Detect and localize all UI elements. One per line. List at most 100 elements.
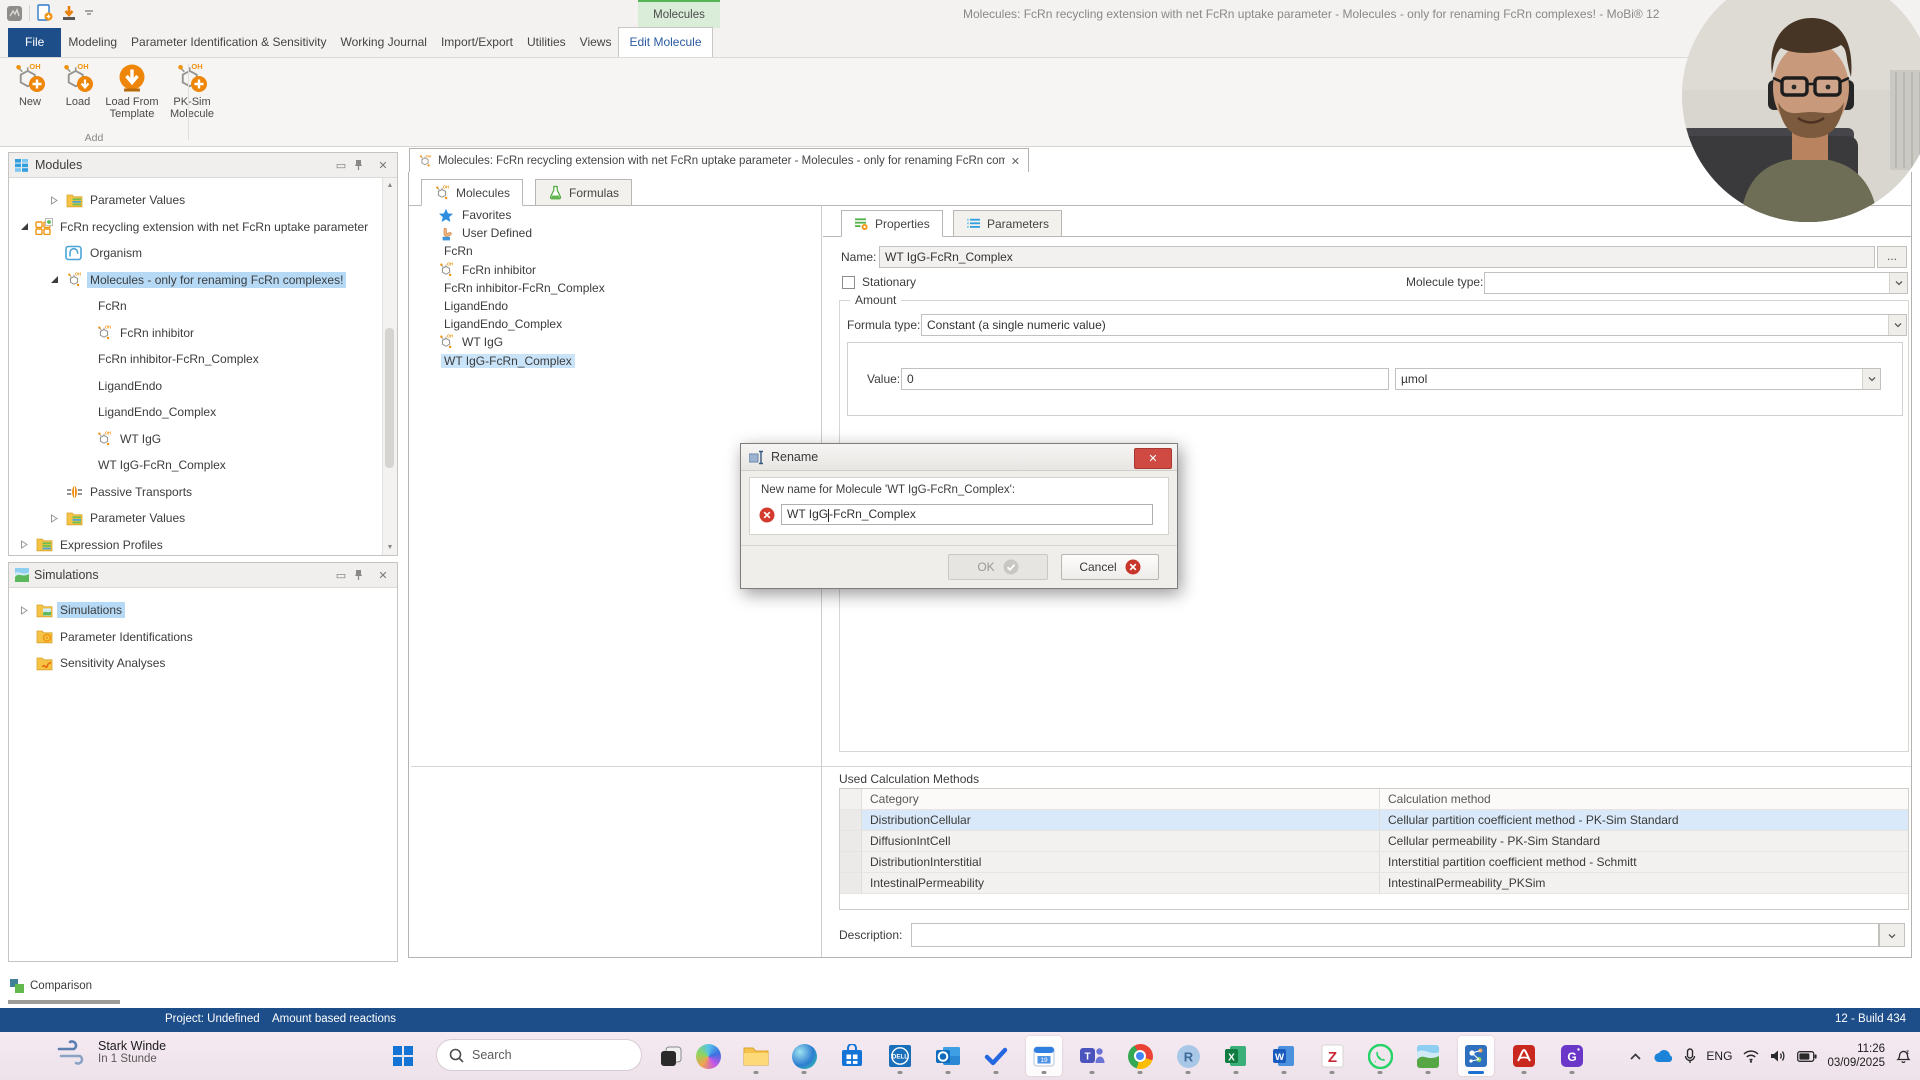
pksim-icon[interactable]	[1410, 1036, 1446, 1076]
todo-icon[interactable]	[978, 1036, 1014, 1076]
wifi-icon[interactable]	[1742, 1049, 1760, 1063]
ribbon-tab-utilities[interactable]: Utilities	[520, 28, 573, 57]
edge-icon[interactable]	[786, 1036, 822, 1076]
mobi-icon[interactable]	[1458, 1036, 1494, 1076]
ok-button[interactable]: OK	[948, 554, 1048, 580]
row-selector[interactable]	[840, 831, 862, 851]
cell-category[interactable]: DistributionCellular	[862, 810, 1380, 830]
molecule-type-combo[interactable]	[1484, 272, 1908, 294]
list-item[interactable]: LigandEndo	[411, 297, 819, 315]
table-row[interactable]: DistributionCellular Cellular partition …	[840, 810, 1908, 831]
table-row[interactable]: DiffusionIntCell Cellular permeability -…	[840, 831, 1908, 852]
language-indicator[interactable]: ENG	[1706, 1049, 1732, 1063]
tab-properties[interactable]: Properties	[841, 210, 943, 237]
formula-type-combo[interactable]: Constant (a single numeric value)	[921, 314, 1907, 336]
zotero-icon[interactable]: Z	[1314, 1036, 1350, 1076]
ribbon-tab-file[interactable]: File	[8, 28, 62, 57]
battery-icon[interactable]	[1797, 1050, 1818, 1062]
excel-icon[interactable]: X	[1218, 1036, 1254, 1076]
expander-closed-icon[interactable]	[47, 195, 61, 205]
file-explorer-icon[interactable]	[738, 1036, 774, 1076]
cell-method[interactable]: Interstitial partition coefficient metho…	[1380, 852, 1908, 872]
table-row[interactable]: IntestinalPermeability IntestinalPermeab…	[840, 873, 1908, 894]
tree-item[interactable]: Sensitivity Analyses	[9, 650, 397, 677]
copilot-icon[interactable]	[690, 1036, 726, 1076]
list-item[interactable]: Favorites	[411, 206, 819, 224]
row-selector[interactable]	[840, 873, 862, 893]
chevron-down-icon[interactable]	[1889, 273, 1907, 293]
list-item[interactable]: FcRn inhibitor-FcRn_Complex	[411, 279, 819, 297]
description-field[interactable]	[911, 923, 1879, 947]
tree-item[interactable]: FcRn recycling extension with net FcRn u…	[9, 214, 397, 241]
expander-closed-icon[interactable]	[17, 605, 31, 615]
scroll-up-icon[interactable]: ▲	[383, 178, 397, 193]
tab-molecules[interactable]: OH Molecules	[421, 179, 524, 206]
tree-item[interactable]: Simulations	[9, 597, 397, 624]
ribbon-button-load[interactable]: OH Load	[54, 60, 102, 110]
tree-item[interactable]: LigandEndo_Complex	[9, 399, 397, 426]
row-selector[interactable]	[840, 810, 862, 830]
task-view-icon[interactable]	[660, 1045, 683, 1067]
ribbon-tab-working-journal[interactable]: Working Journal	[333, 28, 433, 57]
dell-icon[interactable]: DELL	[882, 1036, 918, 1076]
tree-item[interactable]: Passive Transports	[9, 479, 397, 506]
tab-parameters[interactable]: Parameters	[953, 210, 1063, 237]
volume-icon[interactable]	[1770, 1049, 1787, 1063]
column-header-method[interactable]: Calculation method	[1380, 789, 1908, 809]
list-item[interactable]: LigandEndo_Complex	[411, 315, 819, 333]
ribbon-tab-import-export[interactable]: Import/Export	[434, 28, 520, 57]
description-dropdown-button[interactable]	[1879, 923, 1905, 947]
whatsapp-icon[interactable]	[1362, 1036, 1398, 1076]
unit-combo[interactable]: µmol	[1395, 368, 1881, 390]
comparison-tab[interactable]: Comparison	[10, 979, 92, 993]
simulations-pin-button[interactable]	[354, 569, 370, 581]
word-icon[interactable]: W	[1266, 1036, 1302, 1076]
rename-dialog-titlebar[interactable]: Rename ✕	[741, 444, 1177, 471]
quick-new-icon[interactable]	[36, 4, 54, 22]
cell-category[interactable]: DistributionInterstitial	[862, 852, 1380, 872]
start-button[interactable]	[392, 1045, 414, 1067]
search-box[interactable]: Search	[436, 1039, 642, 1071]
microphone-icon[interactable]	[1684, 1048, 1696, 1064]
tree-item[interactable]: FcRn inhibitor-FcRn_Complex	[9, 346, 397, 373]
tree-item[interactable]: FcRn	[9, 293, 397, 320]
store-icon[interactable]	[834, 1036, 870, 1076]
tree-item[interactable]: LigandEndo	[9, 373, 397, 400]
ribbon-button-pk-sim-molecule[interactable]: OH PK-Sim Molecule	[162, 60, 222, 122]
chevron-down-icon[interactable]	[1862, 369, 1880, 389]
list-item[interactable]: WT IgG-FcRn_Complex	[411, 352, 819, 370]
column-header-category[interactable]: Category	[862, 789, 1380, 809]
cell-method[interactable]: IntestinalPermeability_PKSim	[1380, 873, 1908, 893]
tray-expand-icon[interactable]	[1629, 1052, 1642, 1061]
chrome-icon[interactable]	[1122, 1036, 1158, 1076]
stationary-checkbox[interactable]	[842, 276, 855, 289]
onedrive-icon[interactable]	[1652, 1049, 1674, 1064]
ribbon-tab-edit-molecule[interactable]: Edit Molecule	[618, 27, 713, 57]
rename-input[interactable]: WT IgG-FcRn_Complex	[781, 504, 1153, 525]
tree-item[interactable]: OH Molecules - only for renaming FcRn com…	[9, 267, 397, 294]
list-item[interactable]: FcRn	[411, 242, 819, 260]
simulations-close-button[interactable]: ✕	[375, 569, 391, 582]
table-row[interactable]: DistributionInterstitial Interstitial pa…	[840, 852, 1908, 873]
purple-g-icon[interactable]: G	[1554, 1036, 1590, 1076]
tree-item[interactable]: Parameter Identifications	[9, 624, 397, 651]
rename-close-button[interactable]: ✕	[1134, 448, 1172, 469]
ribbon-button-load-from-template[interactable]: Load From Template	[102, 60, 162, 122]
r-app-icon[interactable]: R	[1170, 1036, 1206, 1076]
cell-category[interactable]: IntestinalPermeability	[862, 873, 1380, 893]
ribbon-tab-parameter-identification-sensitivity[interactable]: Parameter Identification & Sensitivity	[124, 28, 333, 57]
document-tab-close-icon[interactable]: ✕	[1011, 155, 1020, 168]
tree-item[interactable]: OH FcRn inhibitor	[9, 320, 397, 347]
modules-pin-button[interactable]	[354, 159, 370, 171]
name-field[interactable]: WT IgG-FcRn_Complex	[879, 246, 1875, 268]
cell-method[interactable]: Cellular permeability - PK-Sim Standard	[1380, 831, 1908, 851]
teams-icon[interactable]: T	[1074, 1036, 1110, 1076]
expander-closed-icon[interactable]	[17, 540, 31, 550]
modules-maximize-button[interactable]: ▭	[333, 159, 349, 172]
name-ellipsis-button[interactable]: ...	[1877, 246, 1907, 268]
document-tab[interactable]: OH Molecules: FcRn recycling extension w…	[409, 148, 1029, 173]
quick-import-icon[interactable]	[60, 4, 78, 22]
outlook-icon[interactable]	[930, 1036, 966, 1076]
value-field[interactable]: 0	[901, 368, 1389, 390]
calc-splitter[interactable]	[411, 766, 1911, 768]
